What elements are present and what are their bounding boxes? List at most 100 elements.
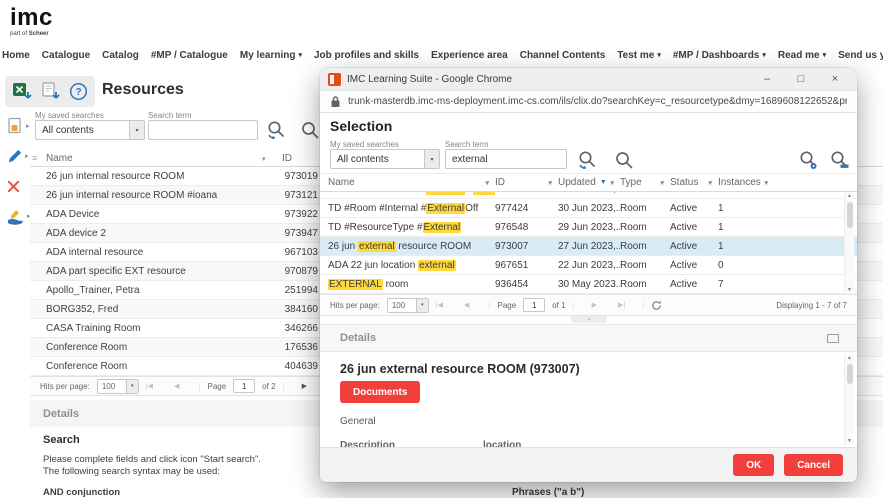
resource-type: Room [620, 279, 670, 290]
selection-row[interactable]: TD #Room #Internal #ExternalOff97742430 … [320, 199, 857, 218]
filter-dropdown-icon[interactable]: ▾ [485, 179, 489, 187]
close-button[interactable]: × [821, 73, 849, 85]
assign-resource-button[interactable]: ▸ [6, 206, 31, 226]
saved-searches-select[interactable]: All contents ▾ [35, 120, 145, 140]
filter-dropdown-icon[interactable]: ▾ [610, 179, 614, 187]
hits-per-page-select[interactable]: 100▾ [97, 379, 139, 394]
resource-name: EXTERNAL room [320, 279, 495, 290]
page-of-label: of 2 [262, 382, 275, 391]
sort-desc-icon[interactable]: ▼ [600, 179, 607, 186]
column-header-instances[interactable]: Instances▾ [718, 177, 774, 188]
resource-name: ADA Device [46, 209, 262, 220]
search-term-input[interactable] [445, 149, 567, 169]
save-search-button[interactable] [829, 150, 849, 175]
details-scrollbar[interactable]: ▲ ▼ [844, 354, 854, 445]
advanced-search-button[interactable] [798, 150, 818, 175]
details-section-bar[interactable]: Details [320, 324, 857, 352]
page-number-input[interactable] [233, 379, 255, 393]
scroll-down-icon[interactable]: ▼ [847, 286, 852, 294]
nav-item[interactable]: Channel Contents [520, 50, 606, 61]
resource-id: 176536 [262, 342, 318, 353]
nav-item[interactable]: #MP / Catalogue [151, 50, 228, 61]
column-header-name[interactable]: Name [46, 153, 73, 164]
minimize-button[interactable]: – [753, 73, 781, 85]
resource-status: Active [670, 192, 718, 195]
page-number-input[interactable] [523, 298, 545, 312]
nav-item[interactable]: Job profiles and skills [314, 50, 419, 61]
nav-item[interactable]: Read me▾ [778, 50, 826, 61]
filter-dropdown-icon[interactable]: ▾ [262, 155, 266, 163]
reset-search-button[interactable] [577, 150, 597, 175]
help-icon[interactable]: ? [69, 82, 88, 101]
filter-dropdown-icon[interactable]: ▾ [548, 179, 552, 187]
selection-row[interactable]: TD #Room #Internal #External #ExternalOf… [320, 192, 857, 199]
start-search-button[interactable] [300, 120, 320, 145]
scrollbar-thumb[interactable] [847, 364, 853, 384]
documents-button[interactable]: Documents [340, 381, 420, 403]
dropdown-icon[interactable]: ▾ [126, 380, 138, 393]
nav-item[interactable]: My learning▾ [240, 50, 302, 61]
column-header-id[interactable]: ID▾ [495, 177, 558, 188]
cancel-button[interactable]: Cancel [784, 454, 843, 476]
column-header-type[interactable]: Type▾ [620, 177, 670, 188]
edit-resource-button[interactable]: ▸ [6, 146, 31, 166]
filter-dropdown-icon[interactable]: ▾ [708, 179, 712, 187]
ok-button[interactable]: OK [733, 454, 774, 476]
collapse-panel-icon[interactable] [827, 334, 839, 343]
resource-updated: 30 May 2023... [558, 279, 620, 290]
next-page-button[interactable]: ▶ [592, 301, 597, 309]
hits-per-page-select[interactable]: 100▾ [387, 298, 429, 313]
excel-export-icon[interactable] [12, 82, 33, 102]
nav-item[interactable]: Catalog [102, 50, 139, 61]
nav-item[interactable]: Experience area [431, 50, 508, 61]
selection-row[interactable]: 26 jun external resource ROOM97300727 Ju… [320, 237, 857, 256]
window-titlebar[interactable]: IMC Learning Suite - Google Chrome – □ × [320, 68, 857, 91]
expand-arrow-icon[interactable]: ▸ [25, 152, 29, 160]
reset-search-button[interactable] [266, 120, 286, 145]
dropdown-icon[interactable]: ▾ [129, 121, 144, 139]
column-header-name[interactable]: Name▾ [320, 177, 495, 188]
start-search-button[interactable] [614, 150, 634, 175]
writing-hand-icon [6, 208, 25, 225]
resource-type: Room [620, 203, 670, 214]
saved-searches-select[interactable]: All contents ▾ [330, 149, 440, 169]
nav-item[interactable]: Send us your feedback [838, 50, 883, 61]
nav-item[interactable]: Test me▾ [617, 50, 661, 61]
dropdown-icon[interactable]: ▾ [416, 299, 428, 312]
delete-resource-button[interactable] [6, 176, 31, 196]
filter-dropdown-icon[interactable]: ▾ [764, 179, 768, 187]
nav-item[interactable]: Home [2, 50, 30, 61]
selection-row[interactable]: TD #ResourceType #External97654829 Jun 2… [320, 218, 857, 237]
new-resource-button[interactable]: ▸ [6, 116, 31, 136]
search-term-input[interactable] [148, 120, 258, 140]
refresh-icon[interactable] [651, 300, 662, 311]
dropdown-icon[interactable]: ▾ [424, 150, 439, 168]
save-search-icon [829, 150, 849, 170]
scroll-up-icon[interactable]: ▲ [847, 192, 852, 200]
first-page-button[interactable]: |◀ [146, 382, 153, 390]
selection-row[interactable]: EXTERNAL room93645430 May 2023...RoomAct… [320, 275, 857, 294]
scrollbar-thumb[interactable] [847, 202, 853, 228]
next-page-button[interactable]: ▶ [302, 382, 307, 390]
filter-dropdown-icon[interactable]: ▾ [660, 179, 664, 187]
maximize-button[interactable]: □ [787, 73, 815, 85]
resource-status: Active [670, 203, 718, 214]
scroll-down-icon[interactable]: ▼ [847, 437, 852, 445]
first-page-button[interactable]: |◀ [436, 301, 443, 309]
nav-item[interactable]: Catalogue [42, 50, 90, 61]
column-header-updated[interactable]: Updated▼▾ [558, 177, 620, 188]
prev-page-button[interactable]: ◀ [174, 382, 179, 390]
nav-item[interactable]: #MP / Dashboards▾ [673, 50, 766, 61]
selection-table-body: TD #Room #Internal #External #ExternalOf… [320, 192, 857, 294]
last-page-button[interactable]: ▶| [618, 301, 625, 309]
splitter-handle[interactable]: • [571, 316, 607, 323]
column-header-id[interactable]: ID [282, 153, 292, 164]
column-header-status[interactable]: Status▾ [670, 177, 718, 188]
scroll-up-icon[interactable]: ▲ [847, 354, 852, 362]
selection-row[interactable]: ADA 22 jun location external96765122 Jun… [320, 256, 857, 275]
table-scrollbar[interactable]: ▲ ▼ [844, 192, 854, 294]
displaying-count: Displaying 1 - 7 of 7 [776, 301, 847, 310]
report-export-icon[interactable] [41, 82, 61, 102]
prev-page-button[interactable]: ◀ [464, 301, 469, 309]
expand-arrow-icon[interactable]: ▸ [26, 122, 30, 130]
